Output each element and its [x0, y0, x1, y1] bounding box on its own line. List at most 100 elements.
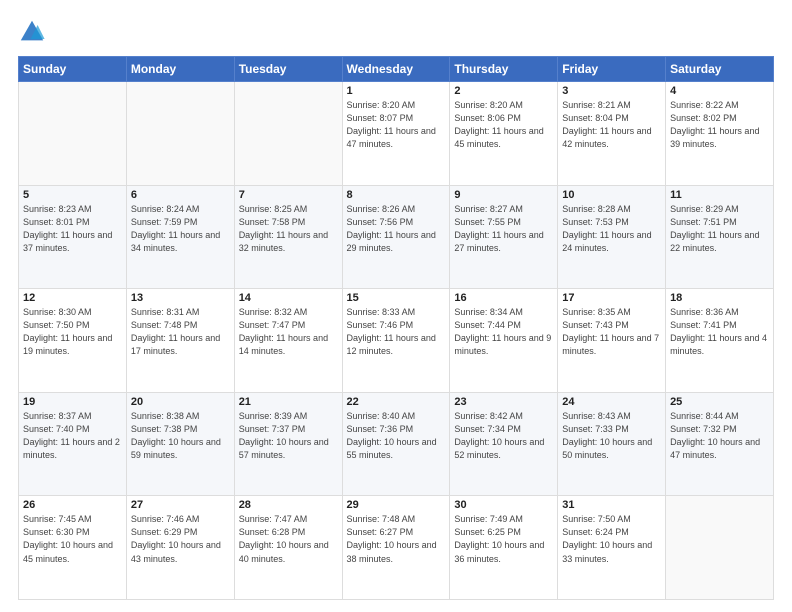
calendar-cell: 14 Sunrise: 8:32 AM Sunset: 7:47 PM Dayli…: [234, 289, 342, 393]
day-number: 19: [23, 396, 122, 408]
calendar-week-row: 19 Sunrise: 8:37 AM Sunset: 7:40 PM Dayli…: [19, 392, 774, 496]
day-info: Sunrise: 8:38 AM Sunset: 7:38 PM Dayligh…: [131, 410, 230, 462]
calendar-cell: 6Sunrise: 8:24 AM Sunset: 7:59 PM Daylig…: [126, 185, 234, 289]
day-number: 11: [670, 189, 769, 201]
calendar-cell: [234, 82, 342, 186]
day-number: 24: [562, 396, 661, 408]
day-info: Sunrise: 8:32 AM Sunset: 7:47 PM Dayligh…: [239, 306, 338, 358]
calendar-cell: 24 Sunrise: 8:43 AM Sunset: 7:33 PM Dayli…: [558, 392, 666, 496]
calendar-week-row: 26 Sunrise: 7:45 AM Sunset: 6:30 PM Dayli…: [19, 496, 774, 600]
calendar-cell: 16 Sunrise: 8:34 AM Sunset: 7:44 PM Dayli…: [450, 289, 558, 393]
calendar-cell: 31 Sunrise: 7:50 AM Sunset: 6:24 PM Dayli…: [558, 496, 666, 600]
calendar-cell: 20 Sunrise: 8:38 AM Sunset: 7:38 PM Dayli…: [126, 392, 234, 496]
calendar-cell: 10 Sunrise: 8:28 AM Sunset: 7:53 PM Dayli…: [558, 185, 666, 289]
day-number: 29: [347, 499, 446, 511]
calendar-cell: 3Sunrise: 8:21 AM Sunset: 8:04 PM Daylig…: [558, 82, 666, 186]
calendar-cell: 8 Sunrise: 8:26 AM Sunset: 7:56 PM Daylig…: [342, 185, 450, 289]
calendar-cell: 4 Sunrise: 8:22 AM Sunset: 8:02 PM Daylig…: [666, 82, 774, 186]
day-number: 31: [562, 499, 661, 511]
day-info: Sunrise: 8:25 AM Sunset: 7:58 PM Dayligh…: [239, 203, 338, 255]
day-number: 14: [239, 292, 338, 304]
day-info: Sunrise: 7:49 AM Sunset: 6:25 PM Dayligh…: [454, 513, 553, 565]
calendar-cell: 11 Sunrise: 8:29 AM Sunset: 7:51 PM Dayli…: [666, 185, 774, 289]
day-info: Sunrise: 8:27 AM Sunset: 7:55 PM Dayligh…: [454, 203, 553, 255]
calendar-cell: [126, 82, 234, 186]
day-info: Sunrise: 7:45 AM Sunset: 6:30 PM Dayligh…: [23, 513, 122, 565]
day-number: 9: [454, 189, 553, 201]
calendar-cell: 9 Sunrise: 8:27 AM Sunset: 7:55 PM Daylig…: [450, 185, 558, 289]
day-info: Sunrise: 8:20 AM Sunset: 8:06 PM Dayligh…: [454, 99, 553, 151]
header: [18, 18, 774, 46]
day-number: 21: [239, 396, 338, 408]
day-number: 26: [23, 499, 122, 511]
day-info: Sunrise: 7:46 AM Sunset: 6:29 PM Dayligh…: [131, 513, 230, 565]
calendar-cell: 13Sunrise: 8:31 AM Sunset: 7:48 PM Dayli…: [126, 289, 234, 393]
day-number: 17: [562, 292, 661, 304]
day-info: Sunrise: 7:50 AM Sunset: 6:24 PM Dayligh…: [562, 513, 661, 565]
day-number: 2: [454, 85, 553, 97]
calendar-cell: 29 Sunrise: 7:48 AM Sunset: 6:27 PM Dayli…: [342, 496, 450, 600]
day-info: Sunrise: 8:20 AM Sunset: 8:07 PM Dayligh…: [347, 99, 446, 151]
day-info: Sunrise: 8:42 AM Sunset: 7:34 PM Dayligh…: [454, 410, 553, 462]
day-number: 8: [347, 189, 446, 201]
calendar-cell: 27Sunrise: 7:46 AM Sunset: 6:29 PM Dayli…: [126, 496, 234, 600]
day-number: 16: [454, 292, 553, 304]
calendar-cell: 2 Sunrise: 8:20 AM Sunset: 8:06 PM Daylig…: [450, 82, 558, 186]
day-number: 23: [454, 396, 553, 408]
calendar-cell: 26 Sunrise: 7:45 AM Sunset: 6:30 PM Dayli…: [19, 496, 127, 600]
day-number: 30: [454, 499, 553, 511]
calendar-cell: 30 Sunrise: 7:49 AM Sunset: 6:25 PM Dayli…: [450, 496, 558, 600]
day-info: Sunrise: 7:47 AM Sunset: 6:28 PM Dayligh…: [239, 513, 338, 565]
day-info: Sunrise: 8:39 AM Sunset: 7:37 PM Dayligh…: [239, 410, 338, 462]
calendar-day-header: Friday: [558, 57, 666, 82]
day-number: 20: [131, 396, 230, 408]
calendar-cell: 28 Sunrise: 7:47 AM Sunset: 6:28 PM Dayli…: [234, 496, 342, 600]
day-number: 4: [670, 85, 769, 97]
day-info: Sunrise: 8:40 AM Sunset: 7:36 PM Dayligh…: [347, 410, 446, 462]
day-info: Sunrise: 8:29 AM Sunset: 7:51 PM Dayligh…: [670, 203, 769, 255]
calendar-cell: 1 Sunrise: 8:20 AM Sunset: 8:07 PM Daylig…: [342, 82, 450, 186]
day-info: Sunrise: 8:26 AM Sunset: 7:56 PM Dayligh…: [347, 203, 446, 255]
day-info: Sunrise: 8:44 AM Sunset: 7:32 PM Dayligh…: [670, 410, 769, 462]
day-number: 28: [239, 499, 338, 511]
day-info: Sunrise: 8:37 AM Sunset: 7:40 PM Dayligh…: [23, 410, 122, 462]
calendar-cell: 23 Sunrise: 8:42 AM Sunset: 7:34 PM Dayli…: [450, 392, 558, 496]
calendar-day-header: Saturday: [666, 57, 774, 82]
day-info: Sunrise: 8:28 AM Sunset: 7:53 PM Dayligh…: [562, 203, 661, 255]
calendar-cell: 25 Sunrise: 8:44 AM Sunset: 7:32 PM Dayli…: [666, 392, 774, 496]
day-number: 10: [562, 189, 661, 201]
calendar-cell: [19, 82, 127, 186]
calendar-cell: 21 Sunrise: 8:39 AM Sunset: 7:37 PM Dayli…: [234, 392, 342, 496]
day-info: Sunrise: 8:43 AM Sunset: 7:33 PM Dayligh…: [562, 410, 661, 462]
day-number: 15: [347, 292, 446, 304]
day-number: 25: [670, 396, 769, 408]
calendar-day-header: Thursday: [450, 57, 558, 82]
day-number: 5: [23, 189, 122, 201]
day-info: Sunrise: 8:22 AM Sunset: 8:02 PM Dayligh…: [670, 99, 769, 151]
calendar-week-row: 12 Sunrise: 8:30 AM Sunset: 7:50 PM Dayli…: [19, 289, 774, 393]
day-info: Sunrise: 8:34 AM Sunset: 7:44 PM Dayligh…: [454, 306, 553, 358]
day-number: 12: [23, 292, 122, 304]
calendar-cell: 22 Sunrise: 8:40 AM Sunset: 7:36 PM Dayli…: [342, 392, 450, 496]
logo-icon: [18, 18, 46, 46]
calendar-day-header: Wednesday: [342, 57, 450, 82]
calendar-day-header: Sunday: [19, 57, 127, 82]
day-number: 22: [347, 396, 446, 408]
calendar: SundayMondayTuesdayWednesdayThursdayFrid…: [18, 56, 774, 600]
day-info: Sunrise: 7:48 AM Sunset: 6:27 PM Dayligh…: [347, 513, 446, 565]
calendar-cell: 7 Sunrise: 8:25 AM Sunset: 7:58 PM Daylig…: [234, 185, 342, 289]
day-number: 1: [347, 85, 446, 97]
day-info: Sunrise: 8:30 AM Sunset: 7:50 PM Dayligh…: [23, 306, 122, 358]
page: SundayMondayTuesdayWednesdayThursdayFrid…: [0, 0, 792, 612]
day-info: Sunrise: 8:35 AM Sunset: 7:43 PM Dayligh…: [562, 306, 661, 358]
day-number: 6: [131, 189, 230, 201]
day-number: 3: [562, 85, 661, 97]
calendar-cell: 15Sunrise: 8:33 AM Sunset: 7:46 PM Dayli…: [342, 289, 450, 393]
calendar-header-row: SundayMondayTuesdayWednesdayThursdayFrid…: [19, 57, 774, 82]
day-info: Sunrise: 8:23 AM Sunset: 8:01 PM Dayligh…: [23, 203, 122, 255]
calendar-cell: [666, 496, 774, 600]
day-number: 7: [239, 189, 338, 201]
day-info: Sunrise: 8:31 AM Sunset: 7:48 PM Dayligh…: [131, 306, 230, 358]
calendar-cell: 17 Sunrise: 8:35 AM Sunset: 7:43 PM Dayli…: [558, 289, 666, 393]
calendar-day-header: Monday: [126, 57, 234, 82]
